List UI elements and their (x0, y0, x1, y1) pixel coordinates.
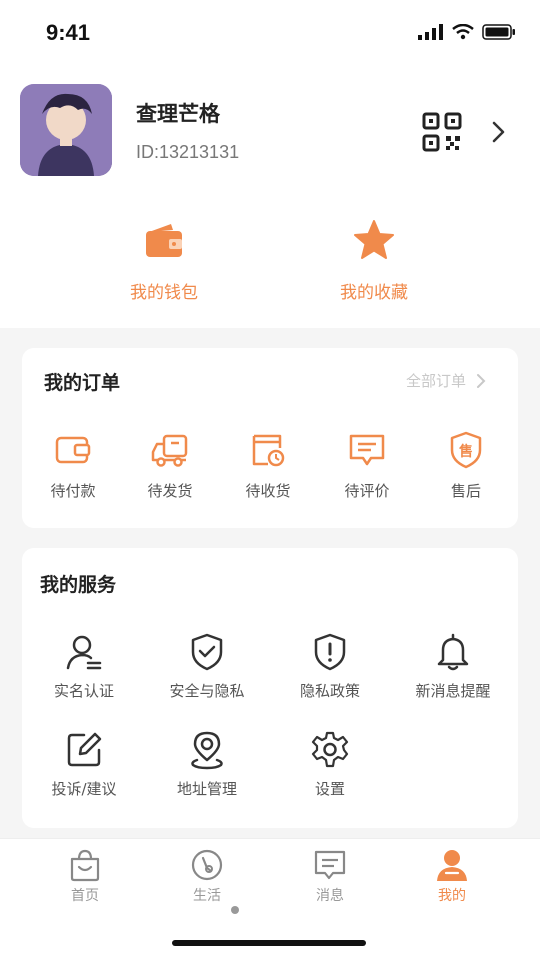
profile-page: 9:41 查理芒格 ID:13213131 我的钱包 我的收藏 我的订单 全部订… (0, 0, 540, 960)
chevron-right-icon (492, 121, 505, 143)
bell-icon (433, 632, 473, 672)
orders-card: 我的订单 全部订单 待付款 待发货 待收货 待评价 售 售后 (22, 348, 518, 528)
aftersale-shield-icon: 售 (446, 430, 486, 470)
service-security-privacy[interactable]: 安全与隐私 (147, 632, 267, 701)
all-orders-link[interactable]: 全部订单 (406, 370, 486, 391)
order-pending-receipt-label: 待收货 (245, 482, 291, 500)
location-icon (187, 730, 227, 770)
user-verify-icon (64, 632, 104, 672)
avatar-illustration (20, 84, 112, 176)
profile-header: 查理芒格 ID:13213131 我的钱包 我的收藏 (0, 66, 540, 328)
status-icons (418, 24, 516, 40)
order-pending-shipment-label: 待发货 (147, 482, 193, 500)
tab-mine-label: 我的 (438, 888, 466, 904)
home-bag-icon (67, 847, 103, 883)
receipt-clock-icon (248, 430, 288, 470)
my-favorites-button[interactable]: 我的收藏 (294, 218, 454, 303)
comment-icon (347, 430, 387, 470)
life-icon (189, 847, 225, 883)
all-orders-label: 全部订单 (405, 372, 466, 390)
message-icon (312, 847, 348, 883)
service-real-name-verify-label: 实名认证 (53, 682, 114, 700)
order-aftersale-label: 售后 (450, 482, 481, 500)
service-complaint-suggestion[interactable]: 投诉/建议 (24, 730, 144, 799)
username: 查理芒格 (136, 102, 220, 126)
user-icon (434, 847, 470, 883)
avatar[interactable] (20, 84, 112, 176)
qr-code-button[interactable] (422, 112, 462, 152)
tab-home[interactable]: 首页 (40, 847, 130, 905)
services-title: 我的服务 (40, 574, 117, 596)
tab-messages-label: 消息 (316, 888, 344, 904)
status-time: 9:41 (46, 20, 91, 45)
service-address-management-label: 地址管理 (176, 780, 237, 798)
service-new-message-alert[interactable]: 新消息提醒 (393, 632, 513, 701)
service-privacy-policy[interactable]: 隐私政策 (270, 632, 390, 701)
tab-messages[interactable]: 消息 (285, 847, 375, 905)
order-pending-review[interactable]: 待评价 (327, 430, 407, 501)
wifi-icon (452, 24, 474, 40)
my-favorites-label: 我的收藏 (340, 283, 408, 303)
page-indicator-dot (231, 906, 239, 914)
service-address-management[interactable]: 地址管理 (147, 730, 267, 799)
tab-home-label: 首页 (71, 888, 99, 904)
order-pending-shipment[interactable]: 待发货 (130, 430, 210, 501)
qr-code-icon (422, 112, 462, 152)
home-indicator[interactable] (172, 940, 366, 946)
tab-life[interactable]: 生活 (162, 847, 252, 905)
signal-icon (418, 24, 443, 40)
service-new-message-alert-label: 新消息提醒 (415, 682, 491, 700)
gear-icon (310, 730, 350, 770)
status-bar: 9:41 (0, 0, 540, 66)
chevron-right-icon (477, 373, 486, 388)
service-real-name-verify[interactable]: 实名认证 (24, 632, 144, 701)
user-id: ID:13213131 (136, 142, 240, 162)
services-card: 我的服务 实名认证 安全与隐私 隐私政策 新消息提醒 投诉/建议 地址管理 设置 (22, 548, 518, 828)
service-settings-label: 设置 (314, 780, 345, 798)
battery-icon (482, 24, 515, 40)
service-privacy-policy-label: 隐私政策 (299, 682, 360, 700)
my-wallet-button[interactable]: 我的钱包 (84, 218, 244, 303)
shield-alert-icon (310, 632, 350, 672)
my-wallet-label: 我的钱包 (130, 283, 198, 303)
order-pending-review-label: 待评价 (344, 482, 390, 500)
order-pending-receipt[interactable]: 待收货 (228, 430, 308, 501)
orders-title: 我的订单 (44, 372, 121, 394)
tab-mine[interactable]: 我的 (407, 847, 497, 905)
wallet-icon (141, 218, 187, 264)
order-aftersale[interactable]: 售 售后 (426, 430, 506, 501)
order-pending-payment[interactable]: 待付款 (33, 430, 113, 501)
star-icon (351, 218, 397, 264)
profile-detail-button[interactable] (488, 118, 510, 146)
tab-life-label: 生活 (193, 888, 221, 904)
shield-check-icon (187, 632, 227, 672)
order-pending-payment-label: 待付款 (50, 482, 96, 500)
service-security-privacy-label: 安全与隐私 (169, 682, 245, 700)
svg-text:售: 售 (458, 443, 473, 460)
wallet-icon (53, 430, 93, 470)
edit-icon (64, 730, 104, 770)
service-settings[interactable]: 设置 (270, 730, 390, 799)
delivery-truck-icon (150, 430, 190, 470)
service-complaint-suggestion-label: 投诉/建议 (51, 780, 117, 798)
